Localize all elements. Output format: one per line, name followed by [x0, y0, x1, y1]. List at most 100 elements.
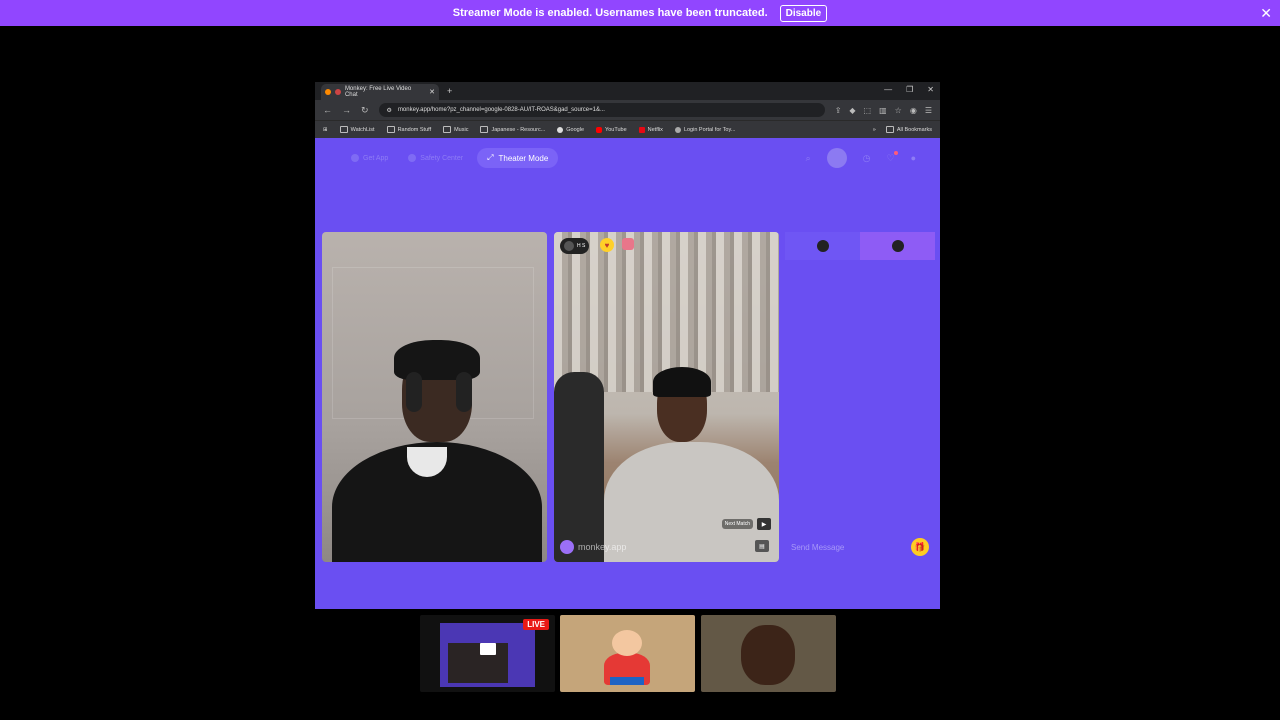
address-bar-row: ← → ↻ ⚙ monkey.app/home?pz_channel=googl…: [315, 100, 940, 120]
extension-icons: ⇪ ◆ ⬚ ▥ ☆ ◉ ☰: [835, 106, 932, 115]
bookmark-music[interactable]: Music: [443, 126, 468, 133]
theater-icon: ⤢: [487, 153, 494, 162]
safety-center-link[interactable]: Safety Center: [402, 150, 469, 166]
local-video: [322, 232, 547, 562]
gift-icon[interactable]: 🎁: [911, 538, 929, 556]
site-info-icon[interactable]: ⚙: [387, 107, 392, 114]
window-close-icon[interactable]: ✕: [927, 85, 934, 94]
tab-strip: Monkey: Free Live Video Chat ✕ + — ❐ ✕: [315, 82, 940, 100]
star-icon[interactable]: ☆: [895, 106, 902, 115]
extension-icon[interactable]: ⬚: [864, 106, 872, 115]
bookmark-watchlist[interactable]: WatchList: [339, 126, 375, 133]
get-app-link[interactable]: Get App: [345, 150, 394, 166]
bookmark-japanese[interactable]: Japanese - Resourc...: [480, 126, 545, 133]
remote-video: H S ♥ monkey.app Next Match ▶ ▤: [554, 232, 779, 562]
bookmark-label: Login Portal for Toy...: [683, 126, 736, 133]
tab-chat[interactable]: [785, 232, 860, 260]
headphone-icon: [406, 372, 422, 412]
top-nav-actions: ⌕ ◷ ♡ ●: [806, 148, 916, 168]
background-curtain: [554, 232, 779, 392]
globe-icon: [674, 126, 681, 133]
bookmark-label: Music: [454, 126, 469, 133]
profile-icon[interactable]: ●: [911, 153, 916, 163]
minimize-icon[interactable]: —: [884, 85, 892, 94]
youtube-icon: [596, 126, 603, 133]
user-icon: [891, 240, 904, 252]
bookmark-label: Netflix: [647, 126, 663, 133]
bookmark-label: Random Stuff: [397, 126, 432, 133]
match-username: H S: [577, 243, 586, 249]
bookmark-random-stuff[interactable]: Random Stuff: [386, 126, 432, 133]
folder-icon: [885, 126, 894, 133]
sidebar-icon[interactable]: ▥: [879, 106, 887, 115]
all-bookmarks[interactable]: All Bookmarks: [885, 126, 932, 133]
url-text: monkey.app/home?pz_channel=google-0828-A…: [397, 107, 605, 113]
next-icon[interactable]: ▶: [757, 518, 771, 530]
stream-preview-thumbnail: LIVE: [420, 615, 555, 692]
disable-button[interactable]: Disable: [779, 4, 828, 22]
bookmark-label: YouTube: [605, 126, 627, 133]
bookmark-label: WatchList: [350, 126, 375, 133]
message-input[interactable]: Send Message 🎁: [785, 532, 935, 562]
banner-message: Streamer Mode is enabled. Usernames have…: [452, 7, 768, 19]
back-icon[interactable]: ←: [323, 105, 332, 115]
monkey-watermark: monkey.app: [560, 540, 626, 554]
message-placeholder: Send Message: [791, 542, 845, 552]
new-tab-button[interactable]: +: [447, 86, 452, 96]
person-beanie: [653, 367, 711, 397]
next-match-control[interactable]: Next Match ▶: [721, 518, 771, 530]
reload-icon[interactable]: ↻: [361, 105, 369, 116]
monitor-icon: [480, 643, 496, 655]
theater-mode-button[interactable]: ⤢ Theater Mode: [477, 148, 559, 168]
folder-icon: [480, 126, 489, 133]
report-icon[interactable]: [622, 238, 634, 250]
shield-icon[interactable]: ◆: [849, 106, 855, 115]
chat-icon: [816, 240, 829, 252]
monkey-avatar[interactable]: [826, 148, 847, 168]
more-bookmarks-icon[interactable]: »: [873, 127, 876, 133]
cartoon-avatar-thumbnail: [560, 615, 695, 692]
keyboard-icon[interactable]: ▤: [755, 540, 769, 552]
browser-tab[interactable]: Monkey: Free Live Video Chat ✕: [321, 84, 439, 100]
bookmark-login-portal[interactable]: Login Portal for Toy...: [674, 126, 736, 133]
share-icon[interactable]: ⇪: [835, 106, 842, 115]
chat-tabs: [785, 232, 935, 260]
cartoon-pants: [610, 677, 644, 685]
url-field[interactable]: ⚙ monkey.app/home?pz_channel=google-0828…: [378, 103, 825, 117]
profile-icon[interactable]: ◉: [910, 106, 917, 115]
bookmark-google[interactable]: Google: [557, 126, 584, 133]
bookmarks-bar: ⊞ WatchList Random Stuff Music Japanese …: [315, 120, 940, 138]
menu-icon[interactable]: ☰: [925, 106, 932, 115]
match-user-chip[interactable]: H S: [560, 238, 590, 254]
next-match-label: Next Match: [721, 519, 753, 529]
watermark-text: monkey.app: [578, 542, 627, 552]
bookmark-youtube[interactable]: YouTube: [596, 126, 627, 133]
folder-icon: [339, 126, 348, 133]
cartoon-head: [612, 630, 642, 656]
live-badge: LIVE: [523, 619, 549, 630]
browser-window: Monkey: Free Live Video Chat ✕ + — ❐ ✕ ←…: [315, 82, 940, 609]
restore-icon[interactable]: ❐: [906, 85, 913, 94]
camera-preview: [448, 643, 508, 683]
tab-profile[interactable]: [860, 232, 935, 260]
google-icon: [557, 126, 564, 133]
bookmark-netflix[interactable]: Netflix: [638, 126, 663, 133]
headphone-icon: [456, 372, 472, 412]
close-icon[interactable]: ✕: [1260, 5, 1272, 22]
person-face: [741, 625, 795, 685]
get-app-label: Get App: [363, 154, 389, 162]
notification-icon[interactable]: ♡: [886, 150, 898, 164]
apps-icon[interactable]: ⊞: [323, 127, 328, 133]
forward-icon[interactable]: →: [342, 105, 351, 115]
chat-panel: Send Message 🎁: [785, 232, 935, 562]
search-icon[interactable]: ⌕: [806, 153, 811, 164]
avatar: [564, 241, 574, 251]
streamer-mode-banner: Streamer Mode is enabled. Usernames have…: [0, 0, 1280, 26]
tab-title: Monkey: Free Live Video Chat: [344, 86, 412, 98]
history-icon[interactable]: ◷: [863, 153, 871, 164]
netflix-icon: [638, 126, 645, 133]
tab-close-icon[interactable]: ✕: [429, 88, 435, 96]
bookmark-label: Japanese - Resourc...: [491, 126, 546, 133]
heart-icon[interactable]: ♥: [600, 238, 614, 252]
bookmark-label: All Bookmarks: [896, 126, 932, 133]
